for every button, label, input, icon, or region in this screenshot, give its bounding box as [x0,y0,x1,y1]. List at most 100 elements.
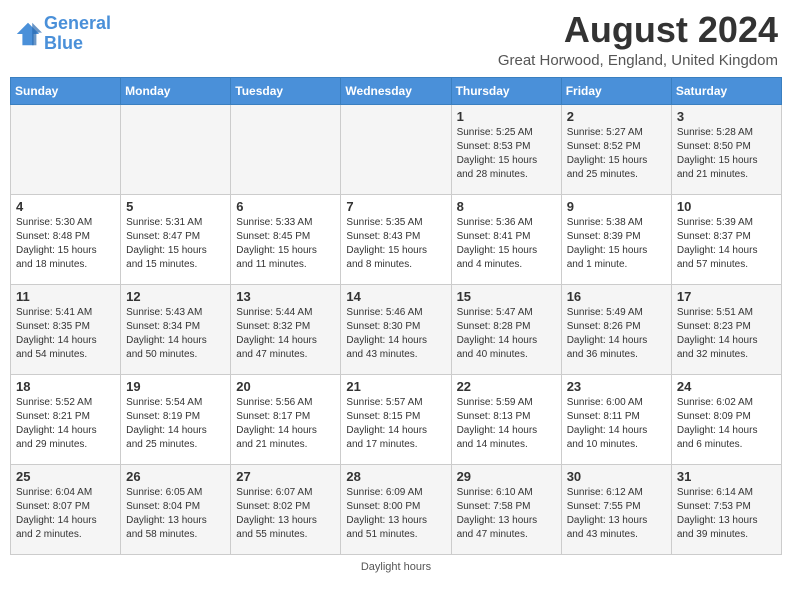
calendar-cell: 25Sunrise: 6:04 AM Sunset: 8:07 PM Dayli… [11,464,121,554]
col-header-sunday: Sunday [11,77,121,104]
day-number: 28 [346,469,445,484]
page-header: General Blue August 2024 Great Horwood, … [10,10,782,69]
calendar-cell: 4Sunrise: 5:30 AM Sunset: 8:48 PM Daylig… [11,194,121,284]
col-header-thursday: Thursday [451,77,561,104]
day-info: Sunrise: 5:41 AM Sunset: 8:35 PM Dayligh… [16,306,115,362]
calendar-cell: 10 Sunrise: 5:39 AM Sunset: 8:37 PM Dayli… [671,194,781,284]
day-number: 13 [236,289,335,304]
calendar-cell: 29 Sunrise: 6:10 AM Sunset: 7:58 PM Dayli… [451,464,561,554]
day-number: 7 [346,199,445,214]
title-section: August 2024 Great Horwood, England, Unit… [498,10,778,69]
day-info: Sunrise: 5:27 AM Sunset: 8:52 PM Dayligh… [567,126,666,182]
footer-text: Daylight hours [361,561,431,573]
calendar-cell: 7 Sunrise: 5:35 AM Sunset: 8:43 PM Daylig… [341,194,451,284]
day-info: Sunrise: 5:56 AM Sunset: 8:17 PM Dayligh… [236,396,335,452]
day-info: Sunrise: 5:54 AM Sunset: 8:19 PM Dayligh… [126,396,225,452]
day-info: Sunrise: 6:05 AM Sunset: 8:04 PM Dayligh… [126,486,225,542]
day-info: Sunrise: 5:47 AM Sunset: 8:28 PM Dayligh… [457,306,556,362]
calendar-cell: 16Sunrise: 5:49 AM Sunset: 8:26 PM Dayli… [561,284,671,374]
calendar-cell: 26 Sunrise: 6:05 AM Sunset: 8:04 PM Dayli… [121,464,231,554]
day-number: 22 [457,379,556,394]
day-info: Sunrise: 5:49 AM Sunset: 8:26 PM Dayligh… [567,306,666,362]
day-info: Sunrise: 5:28 AM Sunset: 8:50 PM Dayligh… [677,126,776,182]
day-info: Sunrise: 6:04 AM Sunset: 8:07 PM Dayligh… [16,486,115,542]
col-header-wednesday: Wednesday [341,77,451,104]
calendar-table: SundayMondayTuesdayWednesdayThursdayFrid… [10,77,782,555]
day-number: 11 [16,289,115,304]
day-number: 10 [677,199,776,214]
calendar-cell: 14Sunrise: 5:46 AM Sunset: 8:30 PM Dayli… [341,284,451,374]
day-number: 12 [126,289,225,304]
calendar-week-1: 1Sunrise: 5:25 AM Sunset: 8:53 PM Daylig… [11,104,782,194]
logo: General Blue [14,14,111,54]
day-number: 24 [677,379,776,394]
month-title: August 2024 [498,10,778,50]
day-info: Sunrise: 5:33 AM Sunset: 8:45 PM Dayligh… [236,216,335,272]
calendar-cell: 18Sunrise: 5:52 AM Sunset: 8:21 PM Dayli… [11,374,121,464]
calendar-cell: 3 Sunrise: 5:28 AM Sunset: 8:50 PM Daylig… [671,104,781,194]
calendar-cell: 8 Sunrise: 5:36 AM Sunset: 8:41 PM Daylig… [451,194,561,284]
day-info: Sunrise: 5:36 AM Sunset: 8:41 PM Dayligh… [457,216,556,272]
day-number: 5 [126,199,225,214]
day-number: 15 [457,289,556,304]
day-info: Sunrise: 6:12 AM Sunset: 7:55 PM Dayligh… [567,486,666,542]
calendar-cell: 31 Sunrise: 6:14 AM Sunset: 7:53 PM Dayli… [671,464,781,554]
day-info: Sunrise: 6:07 AM Sunset: 8:02 PM Dayligh… [236,486,335,542]
day-info: Sunrise: 5:35 AM Sunset: 8:43 PM Dayligh… [346,216,445,272]
day-number: 20 [236,379,335,394]
calendar-cell: 6 Sunrise: 5:33 AM Sunset: 8:45 PM Daylig… [231,194,341,284]
calendar-cell: 5 Sunrise: 5:31 AM Sunset: 8:47 PM Daylig… [121,194,231,284]
logo-icon [14,20,42,48]
day-info: Sunrise: 5:59 AM Sunset: 8:13 PM Dayligh… [457,396,556,452]
col-header-friday: Friday [561,77,671,104]
day-info: Sunrise: 6:00 AM Sunset: 8:11 PM Dayligh… [567,396,666,452]
calendar-cell: 2 Sunrise: 5:27 AM Sunset: 8:52 PM Daylig… [561,104,671,194]
day-info: Sunrise: 6:09 AM Sunset: 8:00 PM Dayligh… [346,486,445,542]
calendar-cell: 24Sunrise: 6:02 AM Sunset: 8:09 PM Dayli… [671,374,781,464]
calendar-cell: 15 Sunrise: 5:47 AM Sunset: 8:28 PM Dayli… [451,284,561,374]
calendar-cell: 19 Sunrise: 5:54 AM Sunset: 8:19 PM Dayli… [121,374,231,464]
day-number: 2 [567,109,666,124]
calendar-cell: 12 Sunrise: 5:43 AM Sunset: 8:34 PM Dayli… [121,284,231,374]
calendar-cell: 28 Sunrise: 6:09 AM Sunset: 8:00 PM Dayli… [341,464,451,554]
day-number: 29 [457,469,556,484]
day-number: 8 [457,199,556,214]
calendar-cell: 20 Sunrise: 5:56 AM Sunset: 8:17 PM Dayli… [231,374,341,464]
calendar-cell: 13Sunrise: 5:44 AM Sunset: 8:32 PM Dayli… [231,284,341,374]
day-number: 18 [16,379,115,394]
calendar-cell: 30 Sunrise: 6:12 AM Sunset: 7:55 PM Dayli… [561,464,671,554]
day-info: Sunrise: 6:10 AM Sunset: 7:58 PM Dayligh… [457,486,556,542]
day-info: Sunrise: 5:51 AM Sunset: 8:23 PM Dayligh… [677,306,776,362]
day-number: 1 [457,109,556,124]
day-info: Sunrise: 6:14 AM Sunset: 7:53 PM Dayligh… [677,486,776,542]
day-number: 23 [567,379,666,394]
logo-blue: Blue [44,33,83,53]
calendar-cell [341,104,451,194]
calendar-cell: 23 Sunrise: 6:00 AM Sunset: 8:11 PM Dayli… [561,374,671,464]
day-info: Sunrise: 5:39 AM Sunset: 8:37 PM Dayligh… [677,216,776,272]
calendar-header-row: SundayMondayTuesdayWednesdayThursdayFrid… [11,77,782,104]
calendar-cell: 11 Sunrise: 5:41 AM Sunset: 8:35 PM Dayli… [11,284,121,374]
day-number: 3 [677,109,776,124]
day-number: 6 [236,199,335,214]
calendar-week-2: 4Sunrise: 5:30 AM Sunset: 8:48 PM Daylig… [11,194,782,284]
day-number: 14 [346,289,445,304]
col-header-monday: Monday [121,77,231,104]
day-number: 31 [677,469,776,484]
location: Great Horwood, England, United Kingdom [498,52,778,69]
day-number: 21 [346,379,445,394]
day-number: 30 [567,469,666,484]
calendar-cell: 27Sunrise: 6:07 AM Sunset: 8:02 PM Dayli… [231,464,341,554]
day-number: 26 [126,469,225,484]
logo-general: General [44,13,111,33]
day-number: 19 [126,379,225,394]
calendar-cell [11,104,121,194]
col-header-tuesday: Tuesday [231,77,341,104]
day-info: Sunrise: 5:43 AM Sunset: 8:34 PM Dayligh… [126,306,225,362]
day-number: 9 [567,199,666,214]
calendar-week-5: 25Sunrise: 6:04 AM Sunset: 8:07 PM Dayli… [11,464,782,554]
day-info: Sunrise: 5:31 AM Sunset: 8:47 PM Dayligh… [126,216,225,272]
calendar-cell: 1Sunrise: 5:25 AM Sunset: 8:53 PM Daylig… [451,104,561,194]
calendar-cell: 22 Sunrise: 5:59 AM Sunset: 8:13 PM Dayli… [451,374,561,464]
day-info: Sunrise: 5:30 AM Sunset: 8:48 PM Dayligh… [16,216,115,272]
